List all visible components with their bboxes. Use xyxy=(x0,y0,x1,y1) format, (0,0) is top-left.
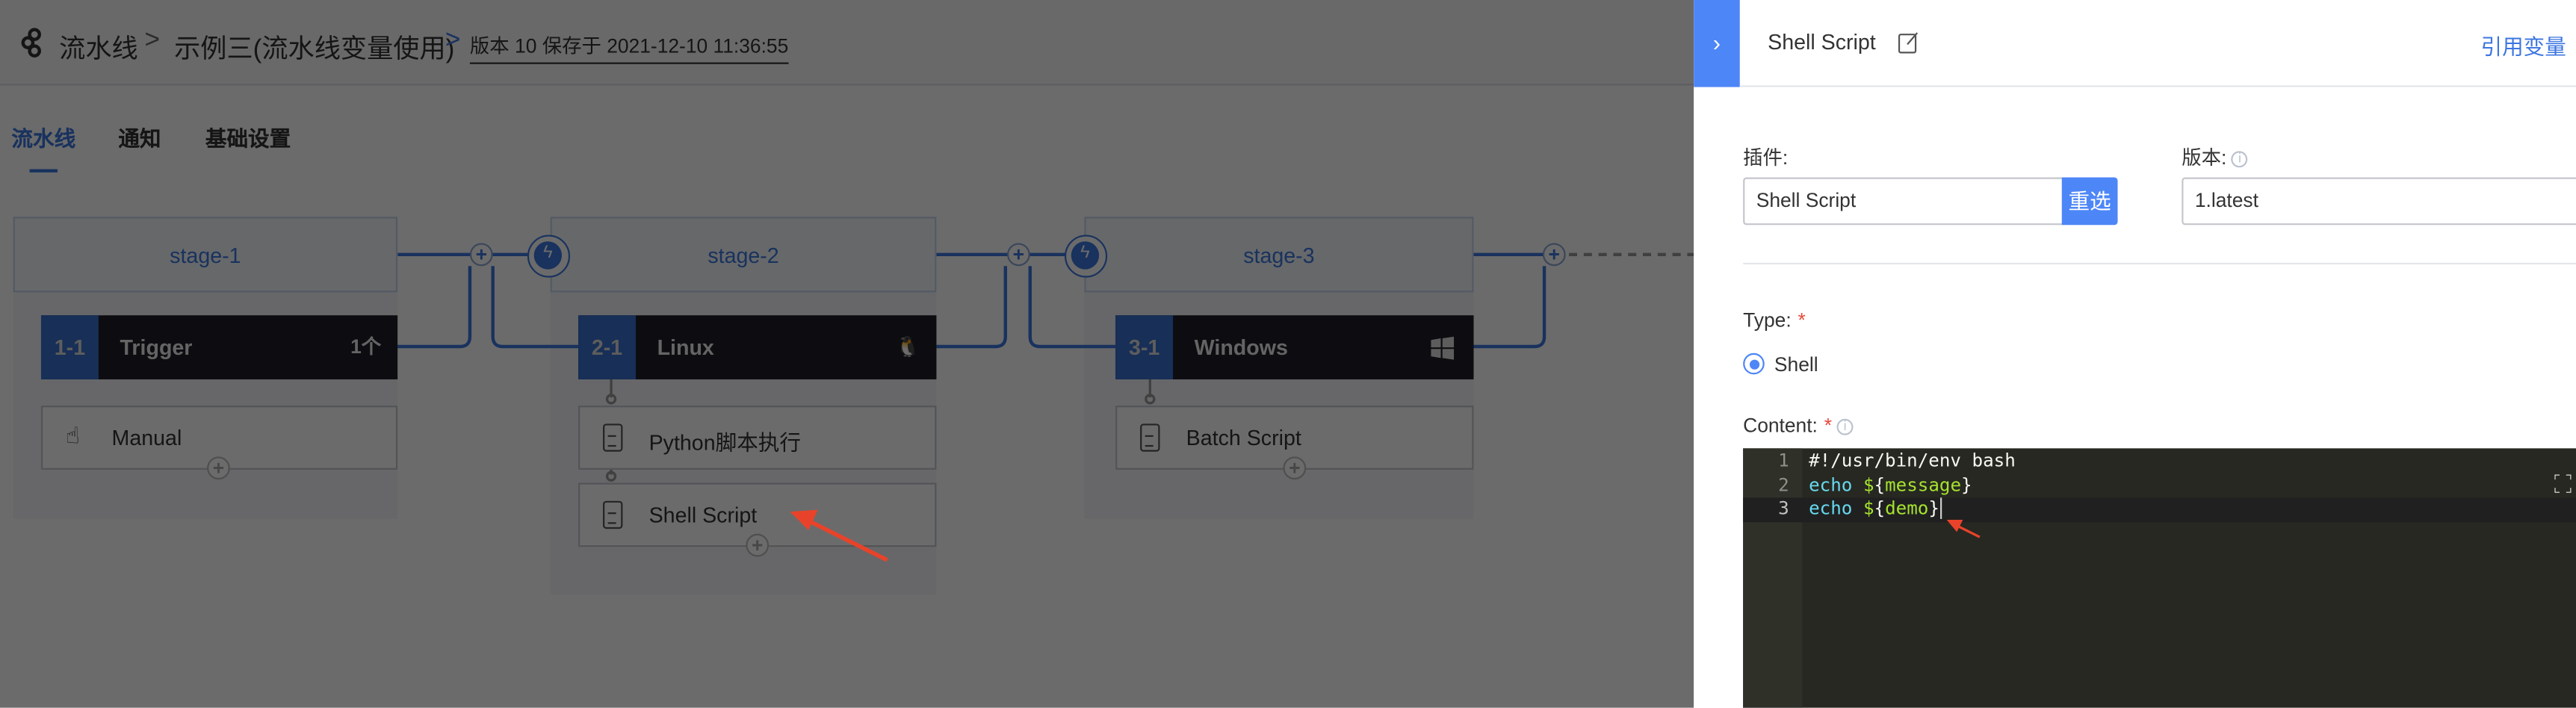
shell-radio[interactable] xyxy=(1743,353,1765,375)
code-line: 1 #!/usr/bin/env bash xyxy=(1743,450,2576,474)
windows-icon xyxy=(1431,336,1455,360)
add-task-button[interactable]: + xyxy=(207,456,230,480)
task-label: Batch Script xyxy=(1186,425,1301,450)
job-windows[interactable]: 3-1 Windows xyxy=(1115,315,1474,379)
required-mark: * xyxy=(1798,308,1806,332)
code-line-active: 3 echo ${demo} xyxy=(1743,497,2576,522)
clipboard-icon xyxy=(603,423,623,452)
task-label: Manual xyxy=(111,425,182,450)
plugin-label: 插件: xyxy=(1743,146,1789,170)
collapse-panel-button[interactable]: › xyxy=(1694,0,1740,87)
divider xyxy=(1739,85,2576,87)
add-task-button[interactable]: + xyxy=(746,533,770,557)
job-id: 1-1 xyxy=(40,315,99,379)
job-id: 3-1 xyxy=(1115,315,1174,379)
version-select[interactable]: 1.latest xyxy=(2182,177,2576,226)
shell-radio-label[interactable]: Shell xyxy=(1774,353,1818,376)
task-label: Shell Script xyxy=(648,502,758,527)
divider xyxy=(1743,262,2576,265)
code-line: 2 echo ${message} xyxy=(1743,473,2576,497)
info-icon[interactable]: i xyxy=(1836,418,1854,435)
type-label-text: Type: xyxy=(1743,308,1792,332)
version-label-text: 版本: xyxy=(2182,146,2227,170)
linux-icon: 🐧 xyxy=(895,335,920,358)
code-keyword: echo xyxy=(1809,473,1853,495)
job-name: Linux xyxy=(657,335,714,360)
panel-title: Shell Script xyxy=(1768,29,1876,55)
clipboard-icon xyxy=(1140,423,1160,452)
reference-variables-link[interactable]: 引用变量 xyxy=(2480,30,2566,61)
code-variable: message xyxy=(1885,473,1962,495)
code-editor[interactable]: 1 #!/usr/bin/env bash 2 echo ${message} 3e… xyxy=(1743,448,2576,708)
stage-header-3[interactable]: stage-3 xyxy=(1084,217,1474,293)
content-label: Content: * i xyxy=(1743,414,1854,437)
info-icon[interactable]: i xyxy=(2231,150,2248,167)
reselect-button[interactable]: 重选 xyxy=(2061,177,2118,226)
job-id: 2-1 xyxy=(578,315,637,379)
job-badge: 1个 xyxy=(350,335,382,358)
job-name: Trigger xyxy=(120,335,193,360)
add-stage-button[interactable]: + xyxy=(1006,243,1030,267)
fullscreen-icon[interactable] xyxy=(2554,474,2572,493)
task-python[interactable]: Python脚本执行 xyxy=(578,406,937,470)
lightning-icon[interactable]: ϟ xyxy=(527,235,571,278)
edit-icon[interactable] xyxy=(1898,31,1919,55)
line-number: 1 xyxy=(1778,450,1789,472)
stage-header-2[interactable]: stage-2 xyxy=(550,217,937,293)
lightning-icon[interactable]: ϟ xyxy=(1064,235,1108,278)
job-name: Windows xyxy=(1194,335,1288,360)
add-stage-button[interactable]: + xyxy=(1542,243,1566,267)
hand-pointer-icon: ☝ xyxy=(65,422,80,449)
plugin-field[interactable]: Shell Script xyxy=(1743,177,2066,226)
line-number: 3 xyxy=(1778,497,1789,519)
version-label: 版本: i xyxy=(2182,143,2248,170)
type-label: Type: * xyxy=(1743,308,1806,332)
task-label: Python脚本执行 xyxy=(648,430,801,456)
line-number: 2 xyxy=(1778,473,1789,495)
code-keyword: echo xyxy=(1809,497,1853,519)
stage-header-1[interactable]: stage-1 xyxy=(13,217,398,293)
pipeline-canvas-dimmed: 流水线 > 示例三(流水线变量使用) > 版本 10 保存于 2021-12-1… xyxy=(0,0,1694,708)
add-task-button[interactable]: + xyxy=(1283,456,1307,480)
clipboard-icon xyxy=(603,500,623,530)
required-mark: * xyxy=(1824,414,1832,437)
add-stage-button[interactable]: + xyxy=(469,243,493,267)
code-variable: demo xyxy=(1885,497,1929,519)
job-trigger[interactable]: 1-1 Trigger 1个 xyxy=(40,315,398,379)
code-text: #!/usr/bin/env bash xyxy=(1809,450,2016,472)
content-label-text: Content: xyxy=(1743,414,1818,437)
job-linux[interactable]: 2-1 Linux 🐧 xyxy=(578,315,937,379)
